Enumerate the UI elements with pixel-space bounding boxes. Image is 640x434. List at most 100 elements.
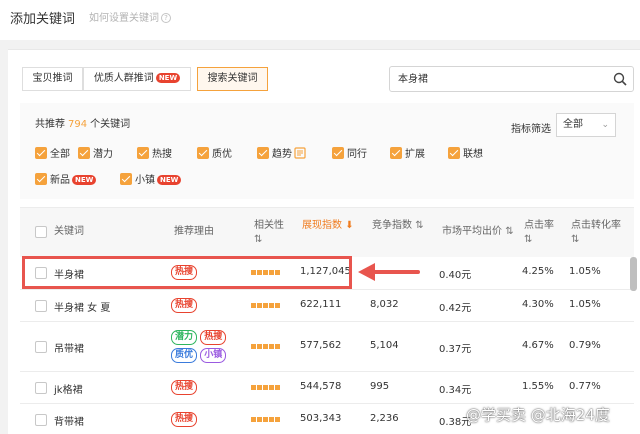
filter-checkbox-associate[interactable]: 联想: [448, 147, 483, 161]
watermark-text: @学买卖 @北海24度: [466, 406, 610, 424]
filter-checkbox-trend[interactable]: 趋势: [257, 147, 306, 161]
table-row[interactable]: 半身裙 女 夏 热搜 622,111 8,032 0.42元 4.30% 1.0…: [20, 290, 634, 322]
tag-quality: 质优: [171, 348, 198, 363]
column-label: 展现指数: [302, 220, 342, 231]
filter-checkbox-expand[interactable]: 扩展: [390, 147, 425, 161]
column-header-competition-index[interactable]: 竞争指数 ⇅: [372, 219, 424, 233]
table-row[interactable]: 吊带裙 潜力 热搜 质优 小镇 577,562 5,104 0.37元 4.67…: [20, 322, 634, 372]
search-icon[interactable]: [613, 72, 627, 89]
new-badge: NEW: [72, 175, 97, 185]
row-checkbox[interactable]: [35, 341, 47, 353]
competition-index-cell: 5,104: [370, 340, 399, 351]
checkbox-checked-icon: [78, 147, 90, 159]
keyword-cell: 吊带裙: [54, 344, 84, 355]
filter-label: 小镇: [135, 175, 155, 186]
reason-cell: 潜力 热搜 质优 小镇: [171, 330, 227, 363]
tab-label: 宝贝推词: [32, 73, 73, 84]
column-header-relevance[interactable]: 相关性 ⇅: [254, 219, 284, 247]
checkbox-checked-icon: [390, 147, 402, 159]
checkbox-checked-icon: [448, 147, 460, 159]
keyword-search-input[interactable]: [398, 72, 598, 83]
filter-label: 热搜: [152, 149, 172, 160]
row-checkbox[interactable]: [35, 300, 47, 312]
checkbox-checked-icon: [35, 173, 47, 185]
keyword-search-box[interactable]: [389, 66, 634, 92]
recommend-count: 共推荐 794 个关键词: [35, 115, 130, 130]
filter-checkbox-hot[interactable]: 热搜: [137, 147, 172, 161]
reason-cell: 热搜: [171, 298, 198, 313]
highlight-box: [22, 256, 352, 289]
column-label: 竞争指数: [372, 220, 412, 231]
display-index-cell: 544,578: [300, 381, 342, 392]
checkbox-checked-icon: [197, 147, 209, 159]
sort-icon: ⇅: [571, 234, 580, 245]
cvr-cell: 0.77%: [569, 381, 601, 392]
column-header-display-index[interactable]: 展现指数 ⬇: [302, 219, 354, 233]
column-header-avg-bid[interactable]: 市场平均出价 ⇅: [442, 225, 514, 239]
filter-checkbox-peer[interactable]: 同行: [332, 147, 367, 161]
filter-checkbox-new-product[interactable]: 新品 NEW: [35, 173, 97, 187]
sort-icon: ⇅: [505, 226, 514, 237]
keyword-cell: 半身裙 女 夏: [54, 303, 111, 314]
checkbox-checked-icon: [332, 147, 344, 159]
filter-checkbox-potential[interactable]: 潜力: [78, 147, 113, 161]
column-label: 相关性: [254, 220, 284, 231]
competition-index-cell: 995: [370, 381, 390, 392]
avg-bid-cell: 0.40元: [439, 270, 472, 281]
filter-label: 新品: [50, 175, 70, 186]
sort-icon: ⇅: [254, 234, 263, 245]
tab-label: 搜索关键词: [207, 73, 258, 84]
tag-hot: 热搜: [171, 380, 198, 395]
filter-label: 扩展: [405, 149, 425, 160]
reason-cell: 热搜: [171, 380, 198, 395]
tag-hot: 热搜: [171, 298, 198, 313]
select-all-checkbox[interactable]: [35, 226, 47, 238]
keyword-cell: 背带裙: [54, 417, 84, 428]
left-arrow-icon: [358, 262, 420, 285]
new-badge: NEW: [157, 175, 182, 185]
column-label: 点击转化率: [571, 220, 621, 231]
cvr-cell: 1.05%: [569, 266, 601, 277]
column-header-ctr[interactable]: 点击率 ⇅: [524, 219, 554, 247]
column-header-cvr[interactable]: 点击转化率 ⇅: [571, 219, 621, 247]
scrollbar-thumb[interactable]: [630, 257, 637, 291]
filter-label: 潜力: [93, 149, 113, 160]
filter-label: 同行: [347, 149, 367, 160]
ctr-cell: 4.25%: [522, 266, 554, 277]
top-bar: 添加关键词 如何设置关键词?: [0, 0, 640, 40]
column-header-keyword: 关键词: [54, 226, 84, 237]
tag-small-town: 小镇: [200, 348, 227, 363]
row-checkbox[interactable]: [35, 414, 47, 426]
filter-checkbox-all[interactable]: 全部: [35, 147, 70, 161]
tab-item-recommend[interactable]: 宝贝推词: [22, 67, 83, 91]
display-index-cell: 503,343: [300, 413, 342, 424]
checkbox-checked-icon: [35, 147, 47, 159]
competition-index-cell: 2,236: [370, 413, 399, 424]
display-index-cell: 622,111: [300, 299, 342, 310]
tab-quality-crowd[interactable]: 优质人群推词 NEW: [83, 67, 191, 91]
avg-bid-cell: 0.42元: [439, 303, 472, 314]
sort-desc-icon: ⬇: [345, 220, 354, 231]
tab-search-keyword[interactable]: 搜索关键词: [197, 67, 268, 91]
avg-bid-cell: 0.37元: [439, 344, 472, 355]
metric-filter-select[interactable]: 全部 ⌄: [556, 113, 616, 137]
filter-checkbox-quality[interactable]: 质优: [197, 147, 232, 161]
count-number: 794: [68, 119, 88, 130]
filter-checkbox-small-town[interactable]: 小镇 NEW: [120, 173, 182, 187]
column-label: 市场平均出价: [442, 226, 502, 237]
ctr-cell: 4.30%: [522, 299, 554, 310]
ctr-cell: 4.67%: [522, 340, 554, 351]
count-prefix: 共推荐: [35, 119, 65, 130]
keyword-cell: jk格裙: [54, 385, 83, 396]
tab-label: 优质人群推词: [93, 73, 154, 84]
filter-label: 联想: [463, 149, 483, 160]
column-label: 点击率: [524, 220, 554, 231]
row-checkbox[interactable]: [35, 382, 47, 394]
help-link[interactable]: 如何设置关键词?: [89, 9, 171, 24]
table-row[interactable]: jk格裙 热搜 544,578 995 0.34元 1.55% 0.77%: [20, 372, 634, 404]
tag-hot: 热搜: [200, 330, 227, 345]
relevance-bar: [251, 303, 286, 308]
tag-hot: 热搜: [171, 412, 198, 427]
chevron-down-icon: ⌄: [601, 120, 609, 130]
cvr-cell: 1.05%: [569, 299, 601, 310]
